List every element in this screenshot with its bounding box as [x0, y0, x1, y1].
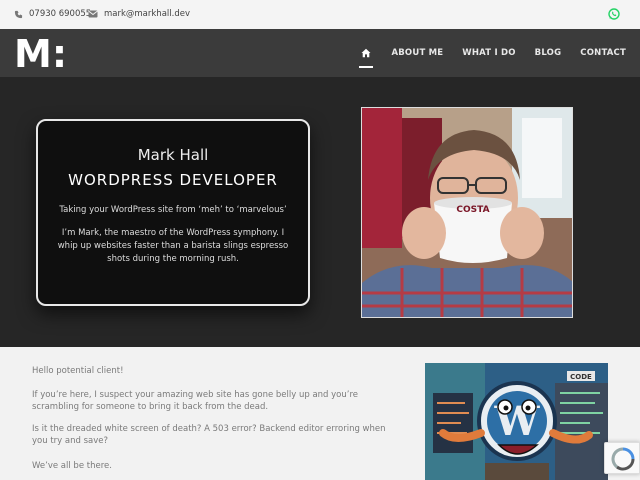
- nav-about-me[interactable]: ABOUT ME: [391, 48, 443, 58]
- home-icon: [361, 48, 371, 58]
- logo-text: M:: [14, 34, 66, 70]
- main-nav: ABOUT ME WHAT I DO BLOG CONTACT: [359, 29, 626, 77]
- hero-tagline: Taking your WordPress site from ‘meh’ to…: [59, 205, 287, 215]
- top-contact-bar: 07930 690055 mark@markhall.dev: [0, 0, 640, 29]
- intro-paragraph-4: We’ve all be there.: [32, 461, 112, 471]
- email-address: mark@markhall.dev: [104, 9, 190, 19]
- nav-home[interactable]: [359, 47, 374, 68]
- nav-blog[interactable]: BLOG: [535, 48, 562, 58]
- site-logo[interactable]: M:: [14, 34, 66, 70]
- profile-photo-illustration: COSTA: [362, 108, 572, 317]
- intro-paragraph-1: Hello potential client!: [32, 366, 124, 376]
- phone-contact[interactable]: 07930 690055: [14, 9, 91, 19]
- profile-photo: COSTA: [361, 107, 573, 318]
- nav-what-i-do[interactable]: WHAT I DO: [462, 48, 515, 58]
- intro-paragraph-3: Is it the dreaded white screen of death?…: [32, 424, 386, 446]
- hero-section: Mark Hall WORDPRESS DEVELOPER Taking you…: [0, 77, 640, 347]
- mug-logo-text: COSTA: [456, 205, 489, 215]
- phone-number: 07930 690055: [29, 9, 92, 19]
- hero-body: I’m Mark, the maestro of the WordPress s…: [57, 228, 289, 264]
- intro-card: Mark Hall WORDPRESS DEVELOPER Taking you…: [36, 119, 310, 306]
- hero-name: Mark Hall: [137, 146, 209, 164]
- recaptcha-badge[interactable]: [604, 442, 640, 474]
- recaptcha-icon: [611, 447, 635, 471]
- intro-paragraph-2: If you’re here, I suspect your amazing w…: [32, 390, 359, 412]
- art-sign-text: CODE: [570, 373, 592, 381]
- whatsapp-icon[interactable]: [608, 8, 620, 20]
- site-header: M: ABOUT ME WHAT I DO BLOG CONTACT: [0, 29, 640, 77]
- email-contact[interactable]: mark@markhall.dev: [88, 9, 190, 19]
- phone-icon: [14, 10, 23, 18]
- envelope-icon: [88, 10, 98, 18]
- hero-title: WORDPRESS DEVELOPER: [68, 171, 278, 189]
- nav-contact[interactable]: CONTACT: [580, 48, 626, 58]
- wordpress-monster-illustration: CODE W: [425, 363, 608, 480]
- intro-content: Hello potential client! If you’re here, …: [0, 347, 640, 480]
